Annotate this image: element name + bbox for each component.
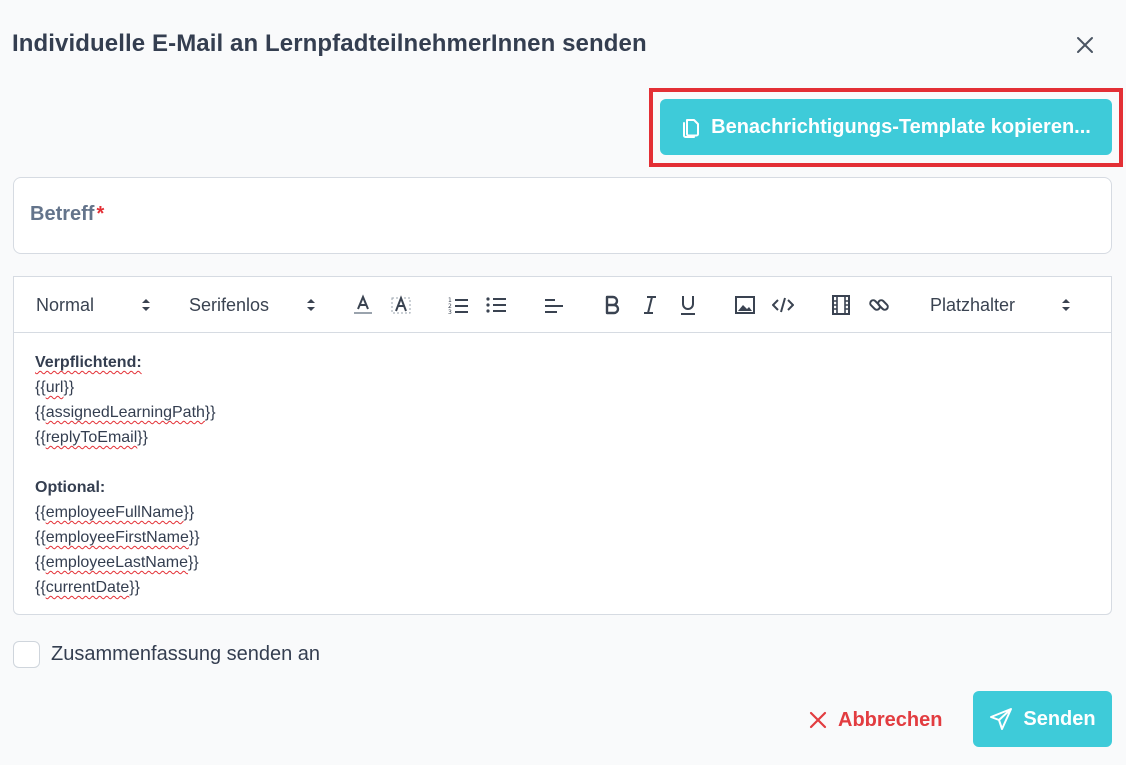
- copy-template-label: Benachrichtigungs-Template kopieren...: [711, 115, 1091, 138]
- background-color-button[interactable]: [389, 293, 413, 317]
- bold-button[interactable]: [600, 293, 624, 317]
- required-mark: *: [96, 203, 105, 225]
- dialog-title: Individuelle E-Mail an Lernpfadteilnehme…: [12, 30, 647, 57]
- placeholder-token: employeeLastName: [45, 554, 188, 571]
- video-button[interactable]: [829, 293, 853, 317]
- italic-icon: [644, 296, 656, 314]
- send-button[interactable]: Senden: [973, 691, 1112, 747]
- select-arrows-icon: [307, 299, 315, 311]
- header-select[interactable]: Normal: [36, 277, 154, 333]
- text-color-button[interactable]: [351, 293, 375, 317]
- send-label: Senden: [1023, 707, 1096, 730]
- close-icon: [809, 711, 827, 729]
- summary-checkbox-row[interactable]: Zusammenfassung senden an: [13, 641, 320, 668]
- header-select-value: Normal: [36, 294, 95, 315]
- close-button[interactable]: [1072, 32, 1098, 58]
- placeholder-token: url: [45, 379, 64, 396]
- placeholder-line: {{employeeLastName}}: [35, 554, 199, 571]
- image-icon: [735, 296, 755, 314]
- placeholder-line: {{replyToEmail}}: [35, 429, 148, 446]
- optional-heading: Optional:: [35, 479, 106, 496]
- placeholder-token: employeeFirstName: [45, 529, 189, 546]
- placeholder-line: {{employeeFullName}}: [35, 504, 195, 521]
- underline-icon: [681, 296, 695, 315]
- summary-label: Zusammenfassung senden an: [51, 643, 321, 665]
- underline-button[interactable]: [676, 293, 700, 317]
- font-select[interactable]: Serifenlos: [189, 277, 319, 333]
- bullet-list-button[interactable]: [484, 293, 508, 317]
- copy-template-button[interactable]: Benachrichtigungs-Template kopieren...: [660, 99, 1112, 155]
- copy-icon: [683, 119, 700, 138]
- image-button[interactable]: [733, 293, 757, 317]
- placeholder-line: {{assignedLearningPath}}: [35, 404, 216, 421]
- svg-text:3: 3: [448, 309, 452, 316]
- code-icon: [772, 297, 794, 313]
- editor-toolbar: Normal Serifenlos 123 Platzhalter: [14, 277, 1111, 333]
- ordered-list-icon: 123: [448, 297, 468, 316]
- placeholder-line: {{employeeFirstName}}: [35, 529, 200, 546]
- align-button[interactable]: [542, 293, 566, 317]
- required-heading: Verpflichtend:: [35, 354, 142, 371]
- editor-content[interactable]: Verpflichtend: {{url}} {{assignedLearnin…: [35, 350, 216, 600]
- empty-line: [35, 450, 216, 475]
- placeholder-select-value: Platzhalter: [930, 294, 1016, 315]
- italic-button[interactable]: [638, 293, 662, 317]
- placeholder-line: {{currentDate}}: [35, 579, 140, 596]
- subject-label: Betreff *: [30, 203, 105, 225]
- font-select-value: Serifenlos: [189, 294, 270, 315]
- cancel-button[interactable]: Abbrechen: [808, 700, 942, 740]
- placeholder-select[interactable]: Platzhalter: [930, 277, 1080, 333]
- placeholder-token: currentDate: [45, 579, 130, 596]
- bold-icon: [605, 295, 620, 315]
- select-arrows-icon: [1062, 299, 1070, 311]
- code-button[interactable]: [771, 293, 795, 317]
- subject-field[interactable]: Betreff *: [13, 177, 1112, 254]
- cancel-label: Abbrechen: [838, 708, 943, 731]
- select-arrows-icon: [142, 299, 150, 311]
- send-icon: [990, 708, 1013, 730]
- summary-checkbox[interactable]: [13, 641, 40, 668]
- bullet-list-icon: [486, 297, 506, 313]
- close-icon: [1077, 37, 1093, 53]
- placeholder-token: employeeFullName: [45, 504, 184, 521]
- video-icon: [832, 295, 850, 315]
- background-color-icon: [391, 295, 411, 314]
- ordered-list-button[interactable]: 123: [446, 293, 470, 317]
- placeholder-line: {{url}}: [35, 379, 75, 396]
- rich-text-editor: Normal Serifenlos 123 Platzhalter Verpfl…: [13, 276, 1112, 615]
- placeholder-token: assignedLearningPath: [45, 404, 205, 421]
- placeholder-token: replyToEmail: [45, 429, 138, 446]
- link-icon: [869, 299, 889, 311]
- text-color-icon: [354, 294, 372, 314]
- link-button[interactable]: [867, 293, 891, 317]
- align-left-icon: [545, 299, 563, 313]
